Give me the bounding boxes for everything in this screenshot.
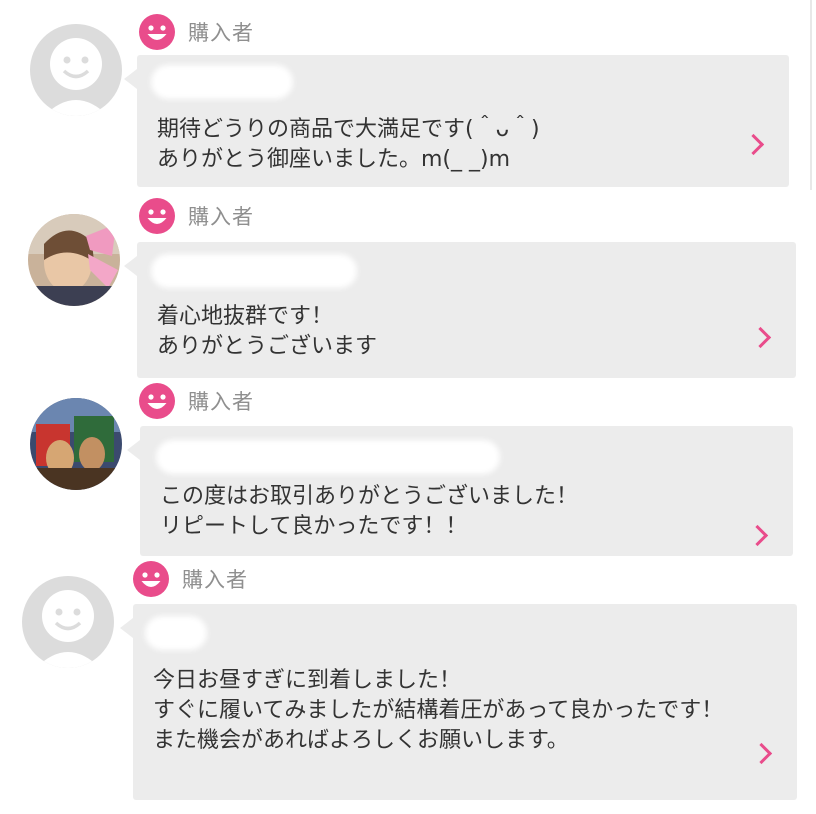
user-photo [28,214,120,306]
smile-icon [139,383,175,419]
review-message: 今日お昼すぎに到着しました！ すぐに履いてみましたが結構着圧があって良かったです… [153,668,724,753]
chevron-right-icon[interactable] [742,133,765,156]
review-bubble[interactable]: 今日お昼すぎに到着しました！ すぐに履いてみましたが結構着圧があって良かったです… [120,604,797,800]
reviewer-label: 購入者 [132,560,248,598]
redacted-username [151,65,293,99]
review-message: 期待どうりの商品で大満足です(＾ᴗ＾) ありがとう御座いました。m(_ _)m [157,117,540,172]
reviewer-label: 購入者 [138,197,254,235]
role-label: 購入者 [188,21,254,45]
user-avatar[interactable] [22,576,114,668]
role-label: 購入者 [188,390,254,414]
redacted-username [156,440,500,474]
review-bubble[interactable]: この度はお取引ありがとうございました！ リピートして良かったです！！ [127,426,793,556]
redacted-username [145,616,207,650]
smile-icon [139,14,175,50]
reviewer-label: 購入者 [138,13,254,51]
redacted-username [151,254,357,288]
chevron-right-icon[interactable] [749,326,772,349]
user-avatar[interactable] [30,398,122,490]
user-avatar[interactable] [30,24,122,116]
user-photo [30,398,122,490]
review-message: 着心地抜群です！ ありがとうございます [157,304,378,359]
smile-icon [139,198,175,234]
divider [810,0,812,190]
review-bubble[interactable]: 期待どうりの商品で大満足です(＾ᴗ＾) ありがとう御座いました。m(_ _)m [124,55,789,187]
review-bubble[interactable]: 着心地抜群です！ ありがとうございます [124,242,796,378]
smile-icon [133,561,169,597]
chevron-right-icon[interactable] [750,742,773,765]
default-face-icon [30,24,122,116]
user-avatar[interactable] [28,214,120,306]
default-face-icon [22,576,114,668]
reviewer-label: 購入者 [138,382,254,420]
review-message: この度はお取引ありがとうございました！ リピートして良かったです！！ [160,484,579,539]
role-label: 購入者 [182,568,248,592]
role-label: 購入者 [188,205,254,229]
chevron-right-icon[interactable] [746,524,769,547]
